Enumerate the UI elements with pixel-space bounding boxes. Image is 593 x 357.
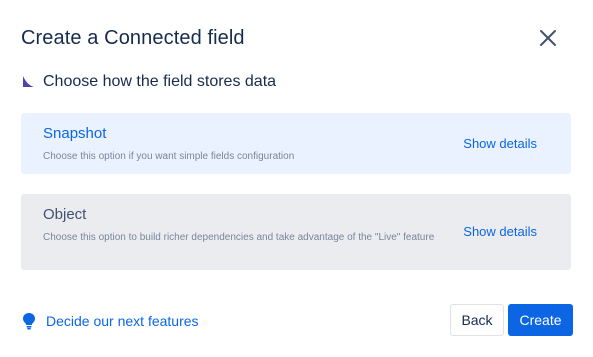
option-description: Choose this option to build richer depen… <box>43 232 435 243</box>
option-snapshot[interactable]: Snapshot Choose this option if you want … <box>21 113 571 174</box>
section-label: Choose how the field stores data <box>43 73 277 90</box>
option-object[interactable]: Object Choose this option to build riche… <box>21 194 571 270</box>
section-header: Choose how the field stores data <box>21 72 276 92</box>
create-button[interactable]: Create <box>508 304 573 336</box>
create-connected-field-dialog: Create a Connected field Choose how the … <box>0 0 593 357</box>
show-details-link[interactable]: Show details <box>463 136 537 151</box>
show-details-link[interactable]: Show details <box>463 224 537 239</box>
back-button[interactable]: Back <box>450 304 504 336</box>
dialog-title: Create a Connected field <box>21 27 245 49</box>
option-title: Object <box>43 206 87 223</box>
lightbulb-icon <box>21 312 37 330</box>
corner-marker-icon <box>21 75 35 89</box>
feedback-link[interactable]: Decide our next features <box>21 311 199 331</box>
close-icon <box>540 30 556 46</box>
option-title: Snapshot <box>43 125 107 142</box>
close-button[interactable] <box>536 26 560 50</box>
option-description: Choose this option if you want simple fi… <box>43 151 295 162</box>
feedback-link-label: Decide our next features <box>46 313 199 329</box>
